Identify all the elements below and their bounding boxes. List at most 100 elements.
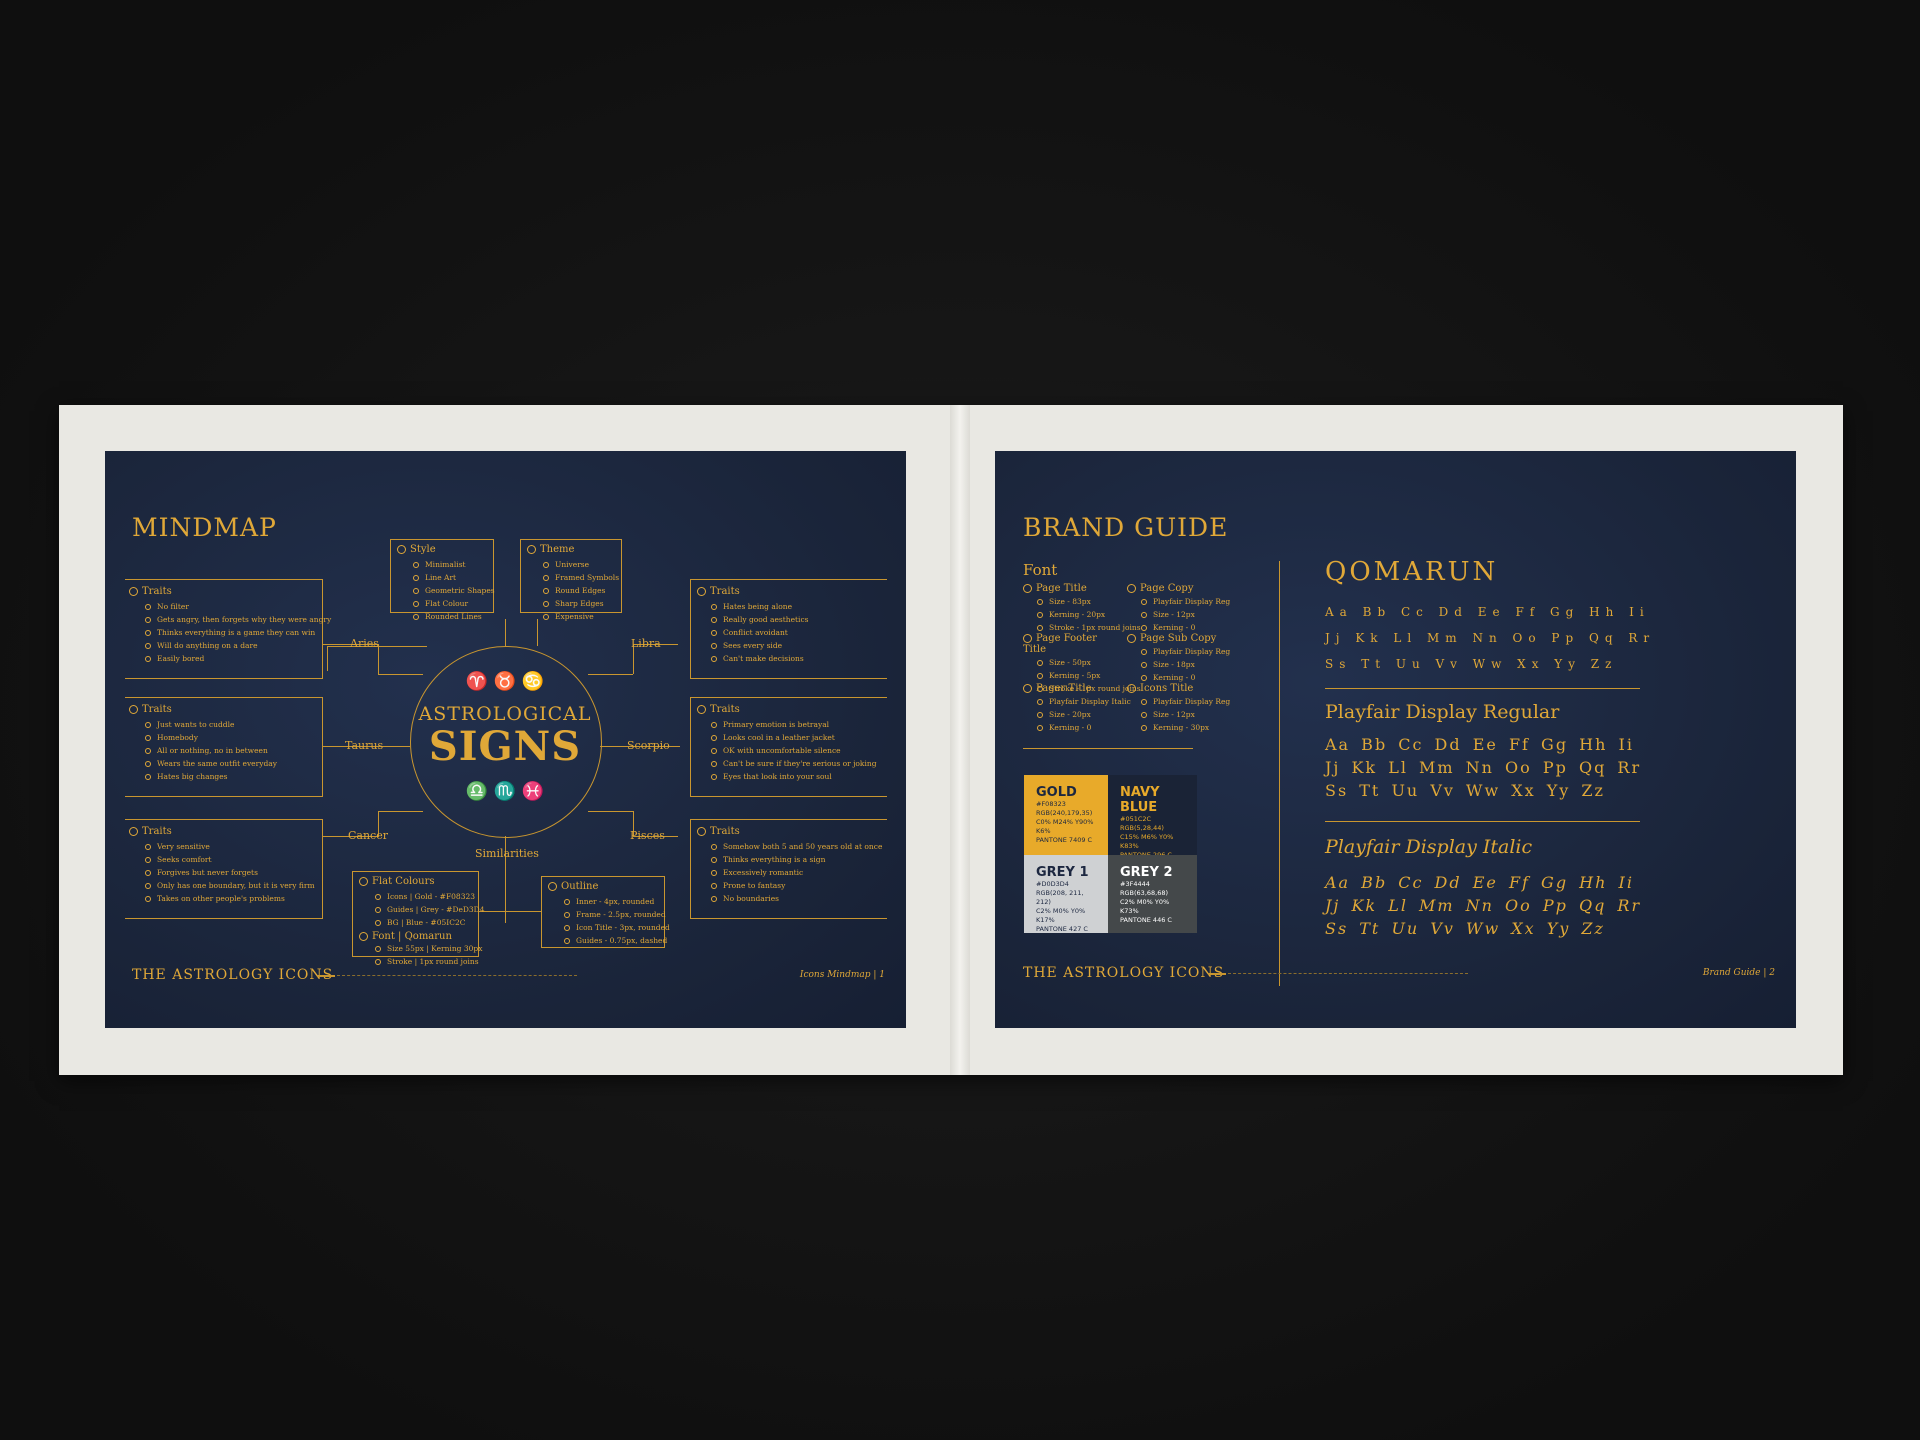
list-item: Minimalist [413,558,493,571]
zodiac-top-icons: ♈ ♉ ♋ [465,671,545,692]
font3-name: Playfair Display Italic [1325,836,1533,858]
list-item: Homebody [145,731,322,744]
center-title-line2: SIGNS [428,723,582,770]
page-number-label: Brand Guide | 2 [1702,968,1775,978]
list-item: Framed Symbols [543,571,621,584]
footer-title: THE ASTROLOGY ICONS [1023,965,1225,981]
libra-label: Libra [631,637,661,650]
connector [505,619,506,646]
list-item: Geometric Shapes [413,584,495,597]
list-item: All or nothing, no in between [145,744,322,757]
aries-traits-box: Traits No filter Gets angry, then forget… [125,579,331,679]
center-title-line1: ASTROLOGICAL [418,703,592,725]
connector [588,674,633,675]
connector [505,863,506,923]
page-number-label: Icons Mindmap | 1 [799,970,885,980]
font1-name: QOMARUN [1325,557,1499,587]
font3-specimen: Aa Bb Cc Dd Ee Ff Gg Hh Ii Jj Kk Ll Mm N… [1325,873,1642,938]
similarities-label: Similarities [475,847,539,860]
font-heading: Font [1023,561,1058,579]
scorpio-label: Scorpio [627,739,670,752]
list-item: Size 55px | Kerning 30px [375,942,482,955]
list-item: Icon Title - 3px, rounded [564,921,670,934]
column-divider [1279,561,1280,986]
booklet-fold [950,405,970,1075]
connector [478,911,541,912]
list-item: Rounded Lines [413,610,493,623]
list-item: Really good aesthetics [711,613,887,626]
list-item: Very sensitive [145,840,322,853]
taurus-traits-box: Traits Just wants to cuddle Homebody All… [125,697,323,797]
mindmap-page: MINDMAP ♈ ♉ ♋ ASTROLOGICAL SIGNS ♎ ♏ ♓ S… [105,451,906,1028]
list-item: OK with uncomfortable silence [711,744,887,757]
list-item: Takes on other people's problems [145,892,322,905]
pisces-traits-box: Traits Somehow both 5 and 50 years old a… [690,819,887,919]
list-item: Only has one boundary, but it is very fi… [145,879,322,892]
footer-title: THE ASTROLOGY ICONS [132,967,334,983]
font2-specimen: Aa Bb Cc Dd Ee Ff Gg Hh Ii Jj Kk Ll Mm N… [1325,735,1642,800]
zodiac-bottom-icons: ♎ ♏ ♓ [465,781,545,802]
list-item: Eyes that look into your soul [711,770,887,783]
list-item: Prone to fantasy [711,879,887,892]
font-spec: Icons Title Playfair Display Reg Size - 1… [1127,683,1230,734]
font2-name: Playfair Display Regular [1325,701,1560,723]
pisces-label: Pisces [630,829,665,842]
outline-box: Outline Inner - 4px, rounded Frame - 2.5… [541,876,670,948]
cancer-label: Cancer [348,829,388,842]
theme-box: Theme Universe Framed Symbols Round Edge… [520,539,622,621]
page-title: MINDMAP [132,513,277,542]
list-item: Icons | Gold - #F08323 [375,890,478,903]
font-spec: Page Copy Playfair Display Reg Size - 12p… [1127,583,1230,634]
list-item: Can't be sure if they're serious or joki… [711,757,887,770]
list-item: Universe [543,558,621,571]
brand-guide-page: BRAND GUIDE Font Page Title Size - 83px K… [995,451,1796,1028]
navy-blue-swatch: NAVY BLUE #051C2C RGB(5,28,44) C15% M6% … [1108,775,1197,859]
list-item: Hates big changes [145,770,322,783]
list-item: Frame - 2.5px, rounded [564,908,666,921]
grey-2-swatch: GREY 2 #3F4444 RGB(63,68,68) C2% M0% Y0%… [1108,855,1197,933]
list-item: Guides - 0.75px, dashed [564,934,667,947]
font-spec: Page Title Size - 83px Kerning - 20px Stro… [1023,583,1141,634]
font-spec: Pager Title Playfair Display Italic Size … [1023,683,1131,734]
font1-specimen: Aa Bb Cc Dd Ee Ff Gg Hh Ii Jj Kk Ll Mm N… [1325,605,1656,671]
list-item: Somehow both 5 and 50 years old at once [711,840,887,853]
list-item: BG | Blue - #05IC2C [375,916,478,929]
flat-colours-box: Flat Colours Icons | Gold - #F08323 Guid… [352,871,484,966]
list-item: No boundaries [711,892,887,905]
divider [1325,821,1640,822]
list-item: Conflict avoidant [711,626,887,639]
grey-1-swatch: GREY 1 #D0D3D4 RGB(208, 211, 212) C2% M0… [1024,855,1108,933]
list-item: Seeks comfort [145,853,322,866]
list-item: Round Edges [543,584,621,597]
list-item: Inner - 4px, rounded [564,895,664,908]
footer-dashes [1228,973,1468,974]
footer-rule [317,975,335,977]
connector [327,646,328,671]
list-item: Primary emotion is betrayal [711,718,887,731]
connector [378,811,423,812]
list-item: Guides | Grey - #DeD3D4 [375,903,484,916]
list-item: Thinks everything is a game they can win [145,626,322,639]
list-item: Stroke | 1px round joins [375,955,479,968]
list-item: Line Art [413,571,493,584]
list-item: Gets angry, then forgets why they were a… [145,613,331,626]
aries-label: Aries [350,637,379,650]
taurus-label: Taurus [345,739,384,752]
list-item: Looks cool in a leather jacket [711,731,887,744]
divider [1023,748,1193,749]
list-item: Excessively romantic [711,866,887,879]
font-spec: Page Sub Copy Playfair Display Reg Size -… [1127,633,1230,684]
list-item: No filter [145,600,322,613]
connector [537,619,538,646]
footer-rule [1208,973,1226,975]
style-box: Style Minimalist Line Art Geometric Shap… [390,539,495,621]
scorpio-traits-box: Traits Primary emotion is betrayal Looks… [690,697,887,797]
footer-dashes [337,975,577,976]
list-item: Can't make decisions [711,652,887,665]
cancer-traits-box: Traits Very sensitive Seeks comfort Forg… [125,819,323,919]
libra-traits-box: Traits Hates being alone Really good aes… [690,579,887,679]
list-item: Will do anything on a dare [145,639,322,652]
divider [1325,688,1640,689]
list-item: Thinks everything is a sign [711,853,887,866]
theme-heading: Theme [540,544,575,555]
